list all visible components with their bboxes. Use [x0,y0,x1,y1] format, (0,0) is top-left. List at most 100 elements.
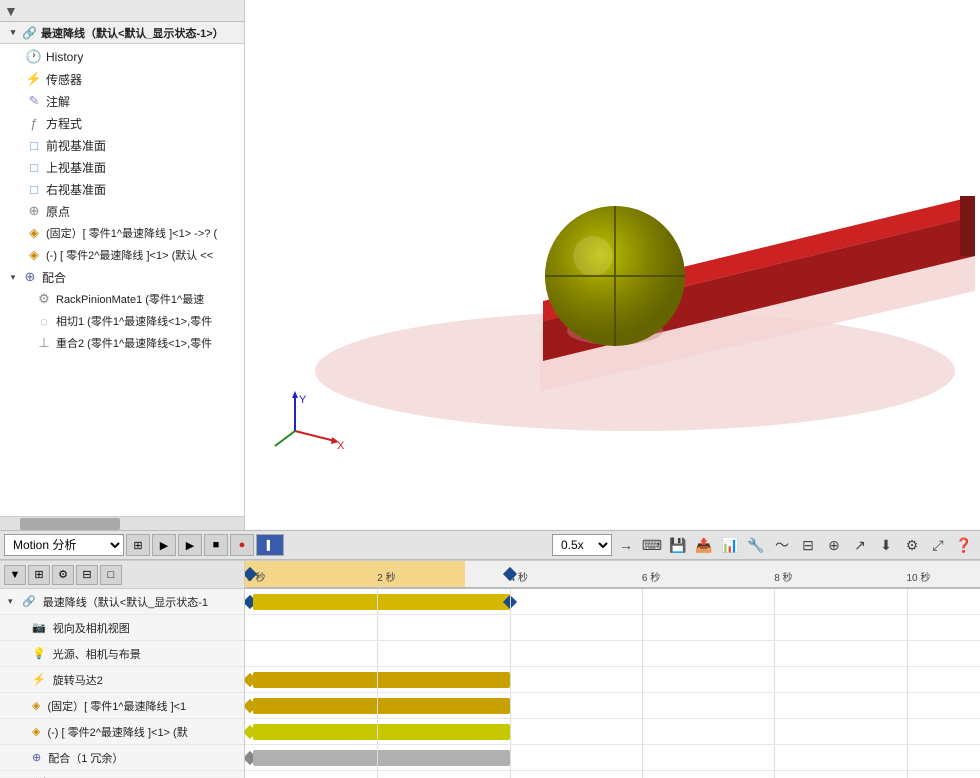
ruler-mark-6: 6 秒 [642,569,660,587]
settings-btn[interactable]: ⚙ [900,533,924,557]
sidebar-item-origin[interactable]: ⊕ 原点 [0,200,244,222]
ts-filter-btn[interactable]: ▼ [4,565,26,585]
tangent-label: 相切1 (零件1^最速降线<1>,零件 [56,313,212,329]
annotation-icon: ✎ [26,93,42,109]
right-plane-icon: □ [26,181,42,197]
timeline-ruler: 0 秒 2 秒 4 秒 6 秒 8 秒 10 秒 [245,561,980,589]
tl-bar-row-result [245,771,980,778]
sidebar-item-annotation[interactable]: ✎ 注解 [0,90,244,112]
ts-collapse-btn[interactable]: □ [100,565,122,585]
tl-row-assembly[interactable]: ⊕ 配合（1 冗余） [0,745,244,771]
tl-icon-assembly: ⊕ [32,751,41,764]
play-btn[interactable]: ▶ [152,534,176,556]
mating-expand-arrow: ▾ [8,272,18,283]
export-btn[interactable]: 📤 [692,533,716,557]
spring-btn[interactable]: 〜 [770,533,794,557]
gravity-btn[interactable]: ⬇ [874,533,898,557]
calculate-btn[interactable]: ▌ [256,534,284,556]
sensor-label: 传感器 [46,71,82,88]
tl-bar-row-lighting [245,641,980,667]
sidebar-tree-title[interactable]: ▾ 🔗 最速降线（默认<默认_显示状态-1>） [0,22,244,44]
sidebar-item-equation[interactable]: ƒ 方程式 [0,112,244,134]
tl-row-result[interactable]: 📈 结果 [0,771,244,778]
damper-btn[interactable]: ⊟ [796,533,820,557]
equation-label: 方程式 [46,115,82,132]
tl-icon-minus: ◈ [32,725,40,738]
sidebar-item-right-plane[interactable]: □ 右视基准面 [0,178,244,200]
sidebar-item-history[interactable]: 🕐 History [0,46,244,68]
tl-row-camera[interactable]: 📷 视向及相机视图 [0,615,244,641]
sidebar-item-top-plane[interactable]: □ 上视基准面 [0,156,244,178]
minus-part-icon: ◈ [26,247,42,263]
motion-analysis-select[interactable]: Motion 分析 [4,534,124,556]
svg-text:Y: Y [299,394,307,406]
sidebar-hscrollbar[interactable] [0,516,244,530]
sidebar-item-sensor[interactable]: ⚡ 传感器 [0,68,244,90]
timeline-grid: 0 秒 2 秒 4 秒 6 秒 8 秒 10 秒 [245,561,980,778]
expand-arrow: ▾ [8,27,18,38]
tl-row-fixed-part[interactable]: ◈ (固定）[ 零件1^最速降线 ]<1 [0,693,244,719]
tl-row-lighting[interactable]: 💡 光源、相机与布景 [0,641,244,667]
arrow-right-btn[interactable]: → [614,533,638,557]
tl-row-motor[interactable]: ⚡ 旋转马达2 [0,667,244,693]
tl-bar-row-assembly [245,745,980,771]
sidebar-item-minus-part[interactable]: ◈ (-) [ 零件2^最速降线 ]<1> (默认 << [0,244,244,266]
key-btn[interactable]: ⌨ [640,533,664,557]
tl-icon-camera: 📷 [32,621,46,634]
grid-line-4s [510,589,511,614]
ts-settings-btn[interactable]: ⚙ [52,565,74,585]
tl-row-main[interactable]: ▾ 🔗 最速降线（默认<默认_显示状态-1 [0,589,244,615]
tl-icon-motor: ⚡ [32,673,46,686]
annotation-label: 注解 [46,93,70,110]
force-btn[interactable]: ↗ [848,533,872,557]
minus-part-label: (-) [ 零件2^最速降线 ]<1> (默认 << [46,247,213,263]
play-btn2[interactable]: ▶ [178,534,202,556]
coincident-label: 重合2 (零件1^最速降线<1>,零件 [56,335,212,351]
origin-icon: ⊕ [26,203,42,219]
expand-btn[interactable]: ⤢ [926,533,950,557]
grid-btn[interactable]: ⊞ [126,534,150,556]
tl-bar-row-minus [245,719,980,745]
timeline-area: ▼ ⊞ ⚙ ⊟ □ ▾ 🔗 最速降线（默认<默认_显示状态-1 📷 视向 [0,560,980,778]
motion-toolbar: Motion 分析 ⊞ ▶ ▶ ■ ● ▌ 0.5x 1x 2x → ⌨ 💾 📤… [0,530,980,560]
timeline-content [245,589,980,778]
wrench-btn[interactable]: 🔧 [744,533,768,557]
tl-label-fixed: (固定）[ 零件1^最速降线 ]<1 [47,698,186,714]
stop-btn[interactable]: ■ [204,534,228,556]
tl-bar-row-camera [245,615,980,641]
timeline-sidebar-header: ▼ ⊞ ⚙ ⊟ □ [0,561,244,589]
bar-fixed [253,698,510,714]
tl-row-minus-part[interactable]: ◈ (-) [ 零件2^最速降线 ]<1> (默 [0,719,244,745]
tree-title-icon: 🔗 [22,26,37,40]
sidebar-item-mating[interactable]: ▾ ⊕ 配合 [0,266,244,288]
grid-line-6s [642,589,643,614]
save-btn[interactable]: 💾 [666,533,690,557]
sidebar-hscrollbar-thumb[interactable] [20,518,120,530]
timeline-end-marker [503,567,517,581]
bar-motor [253,672,510,688]
sidebar-item-coincident[interactable]: ⊥ 重合2 (零件1^最速降线<1>,零件 [0,332,244,354]
sidebar-item-tangent[interactable]: ◌ 相切1 (零件1^最速降线<1>,零件 [0,310,244,332]
right-plane-label: 右视基准面 [46,181,106,198]
tangent-icon: ◌ [36,313,52,329]
scene-svg: Y X [245,0,980,530]
sidebar-item-fixed-part[interactable]: ◈ (固定）[ 零件1^最速降线 ]<1> ->? ( [0,222,244,244]
contact-btn[interactable]: ⊕ [822,533,846,557]
tl-bar-row-0 [245,589,980,615]
timeline-sidebar: ▼ ⊞ ⚙ ⊟ □ ▾ 🔗 最速降线（默认<默认_显示状态-1 📷 视向 [0,561,245,778]
tl-label-main: 最速降线（默认<默认_显示状态-1 [43,594,208,610]
ts-filter2-btn[interactable]: ⊟ [76,565,98,585]
speed-select[interactable]: 0.5x 1x 2x [552,534,612,556]
record-btn[interactable]: ● [230,534,254,556]
sidebar-item-rack-pinion[interactable]: ⚙ RackPinionMate1 (零件1^最速 [0,288,244,310]
sidebar-item-front-plane[interactable]: □ 前视基准面 [0,134,244,156]
rack-pinion-label: RackPinionMate1 (零件1^最速 [56,291,204,307]
chart-btn[interactable]: 📊 [718,533,742,557]
sidebar-title: 最速降线（默认<默认_显示状态-1>） [41,25,224,41]
sensor-icon: ⚡ [26,71,42,87]
filter-icon[interactable]: ▼ [4,3,18,19]
grid-line-10s [907,589,908,614]
origin-label: 原点 [46,203,70,220]
help-btn[interactable]: ❓ [952,533,976,557]
ts-add-btn[interactable]: ⊞ [28,565,50,585]
